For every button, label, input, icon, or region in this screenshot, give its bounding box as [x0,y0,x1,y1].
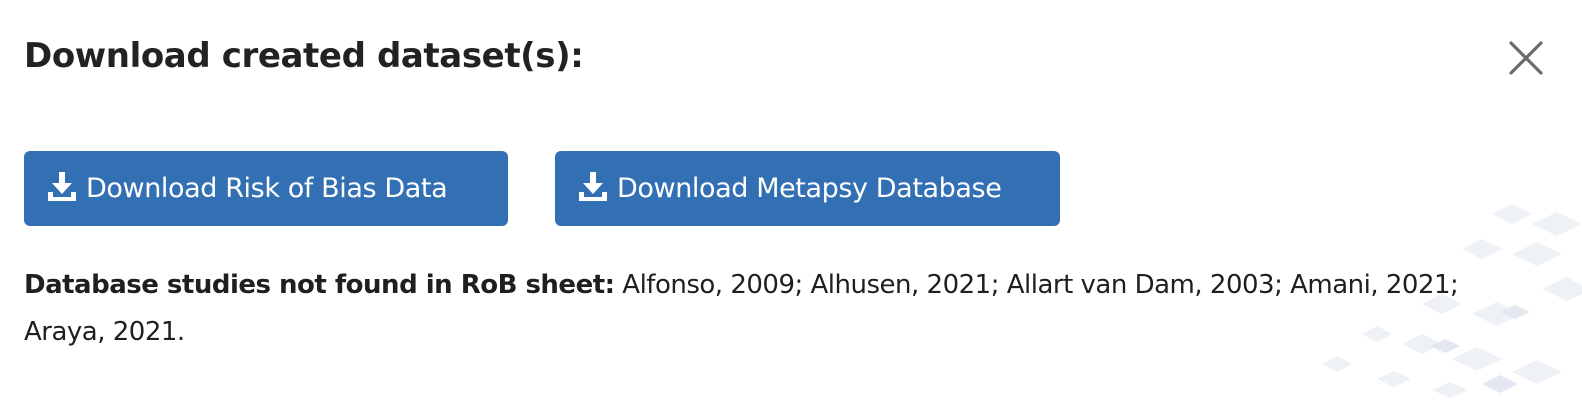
download-metapsy-button[interactable]: Download Metapsy Database [555,151,1060,226]
download-metapsy-label: Download Metapsy Database [617,173,1002,204]
close-icon [1504,36,1548,80]
download-rob-button[interactable]: Download Risk of Bias Data [24,151,508,226]
missing-studies-label: Database studies not found in RoB sheet: [24,270,615,300]
dialog-title: Download created dataset(s): [24,36,584,76]
download-icon [577,170,609,204]
close-button[interactable] [1504,36,1548,80]
missing-studies-notice: Database studies not found in RoB sheet:… [24,262,1544,356]
download-icon [46,170,78,204]
download-rob-label: Download Risk of Bias Data [86,173,448,204]
download-dialog: Download created dataset(s): Download Ri… [0,0,1582,414]
